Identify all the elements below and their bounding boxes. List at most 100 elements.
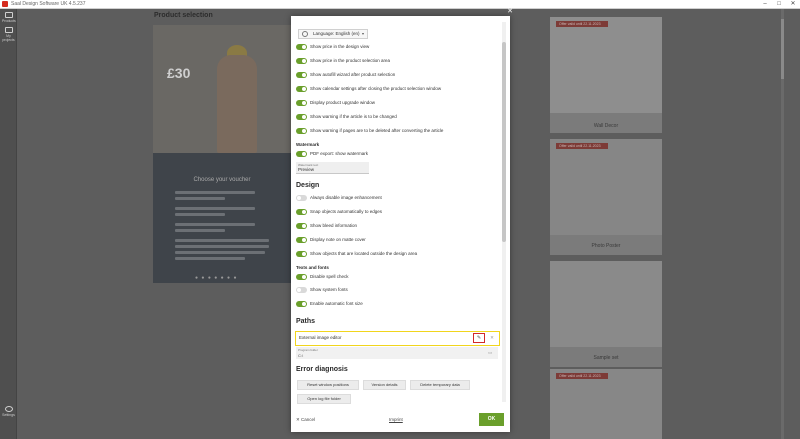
product-card[interactable]: Offer valid until 22.11.2023 Wall Decor (550, 17, 662, 133)
program-folder-field[interactable]: Program folder C:\ ▭ (296, 347, 498, 359)
promo-text-line (175, 245, 269, 248)
toggle-label: Show price in the product selection area (310, 58, 391, 63)
offer-badge: Offer valid until 22.11.2023 (556, 21, 608, 27)
minimize-icon[interactable]: – (758, 0, 772, 9)
toggle-label: Enable automatic font size (310, 301, 363, 306)
toggle-label: Always disable image enhancement (310, 195, 382, 200)
carousel-dots[interactable]: ● ● ● ● ● ● ● (195, 275, 237, 281)
toggle-switch[interactable] (296, 223, 307, 229)
close-icon[interactable]: ✕ (506, 8, 514, 16)
toggle-row[interactable]: Show system fonts (296, 286, 348, 294)
promo-image: £30 (153, 25, 291, 153)
language-value: Language: English (en) (313, 31, 360, 36)
promo-heading: Choose your voucher (193, 177, 251, 183)
product-image (550, 139, 662, 235)
toggle-label: Show autofill wizard after product selec… (310, 72, 396, 77)
toggle-switch[interactable] (296, 86, 307, 92)
cancel-button[interactable]: ✕ Cancel (296, 417, 315, 423)
toggle-row[interactable]: Disable spell check (296, 273, 349, 281)
rail-item-projects[interactable]: My projects (2, 27, 15, 42)
toggle-row[interactable]: Show warning if pages are to be deleted … (296, 127, 443, 135)
error-diagnosis-heading: Error diagnosis (296, 366, 348, 373)
toggle-label: Show system fonts (310, 287, 348, 292)
field-value: C:\ (298, 353, 304, 358)
toggle-row[interactable]: Show warning if the article is to be cha… (296, 113, 397, 121)
watermark-text-field[interactable]: Watermark text Preview (296, 162, 369, 174)
toggle-row[interactable]: Display product upgrade window (296, 99, 375, 107)
left-rail: Products My projects Settings (0, 9, 17, 439)
rail-item-label: My projects (2, 34, 15, 42)
folder-icon[interactable]: ▭ (488, 350, 492, 356)
globe-icon (302, 31, 308, 37)
close-icon[interactable]: ✕ (488, 333, 496, 343)
texts-fonts-heading: Texts and fonts (296, 265, 329, 270)
toggle-switch[interactable] (296, 237, 307, 243)
toggle-label: Show price in the design view (310, 44, 370, 49)
toggle-switch[interactable] (296, 114, 307, 120)
version-details-button[interactable]: Version details (363, 380, 406, 390)
rail-item-label: Settings (2, 413, 15, 417)
open-log-file-folder-button[interactable]: Open log file folder (297, 394, 351, 404)
toggle-row[interactable]: Display note on matte cover (296, 236, 366, 244)
products-icon (4, 12, 13, 18)
design-heading: Design (296, 182, 320, 189)
ok-button[interactable]: OK (479, 413, 504, 426)
language-select[interactable]: Language: English (en) ▾ (298, 29, 368, 39)
scrollbar-thumb[interactable] (502, 42, 506, 242)
close-icon[interactable]: ✕ (786, 0, 800, 9)
field-value: Preview (298, 167, 315, 172)
pencil-icon[interactable]: ✎ (473, 333, 485, 343)
promo-text-line (175, 251, 265, 254)
promo-text-line (175, 207, 255, 210)
rail-item-settings[interactable]: Settings (2, 406, 15, 417)
toggle-switch[interactable] (296, 151, 307, 157)
toggle-row[interactable]: Show calendar settings after closing the… (296, 85, 441, 93)
voucher-promo-panel[interactable]: £30 Choose your voucher ● ● ● ● ● ● ● (153, 25, 291, 283)
scrollbar-thumb[interactable] (781, 19, 784, 79)
background-scrollbar[interactable] (781, 9, 784, 439)
toggle-switch[interactable] (296, 100, 307, 106)
toggle-row[interactable]: Show bleed information (296, 222, 357, 230)
promo-text-line (175, 229, 225, 232)
toggle-switch[interactable] (296, 274, 307, 280)
section-title: Product selection (154, 12, 213, 19)
window-title: Saal Design Software UK 4.5.237 (11, 1, 86, 7)
rail-item-products[interactable]: Products (2, 12, 16, 23)
toggle-label: Show warning if the article is to be cha… (310, 114, 397, 119)
toggle-row[interactable]: Enable automatic font size (296, 300, 363, 308)
toggle-switch[interactable] (296, 251, 307, 257)
toggle-switch[interactable] (296, 301, 307, 307)
toggle-switch[interactable] (296, 287, 307, 293)
app-logo-icon (2, 1, 8, 7)
offer-badge: Offer valid until 22.11.2023 (556, 373, 608, 379)
product-card[interactable]: Offer valid until 22.11.2023 Photo Poste… (550, 139, 662, 255)
paths-heading: Paths (296, 318, 316, 325)
toggle-row[interactable]: Show price in the product selection area (296, 57, 390, 65)
rail-item-label: Products (2, 19, 16, 23)
delete-temporary-data-button[interactable]: Delete temporary data (410, 380, 470, 390)
reset-window-positions-button[interactable]: Reset window positions (297, 380, 359, 390)
toggle-row[interactable]: Show price in the design view (296, 43, 369, 51)
toggle-switch[interactable] (296, 128, 307, 134)
field-label: External image editor (299, 335, 342, 340)
toggle-row[interactable]: Always disable image enhancement (296, 194, 382, 202)
imprint-link[interactable]: Imprint (389, 417, 403, 422)
external-image-editor-field[interactable]: External image editor ✎ ✕ (295, 331, 500, 346)
toggle-switch[interactable] (296, 209, 307, 215)
title-bar: Saal Design Software UK 4.5.237 – □ ✕ (0, 0, 800, 9)
dialog-scrollbar[interactable] (502, 22, 506, 402)
promo-text-line (175, 191, 255, 194)
cancel-label: Cancel (301, 417, 316, 422)
toggle-switch[interactable] (296, 58, 307, 64)
product-card[interactable]: Offer valid until 22.11.2023 (550, 369, 662, 439)
product-card[interactable]: Sample set (550, 261, 662, 367)
toggle-switch[interactable] (296, 72, 307, 78)
toggle-switch[interactable] (296, 44, 307, 50)
maximize-icon[interactable]: □ (772, 0, 786, 9)
toggle-row[interactable]: PDF export: show watermark (296, 150, 368, 158)
toggle-row[interactable]: Snap objects automatically to edges (296, 208, 382, 216)
toggle-switch[interactable] (296, 195, 307, 201)
toggle-row[interactable]: Show objects that are located outside th… (296, 250, 417, 258)
toggle-row[interactable]: Show autofill wizard after product selec… (296, 71, 395, 79)
promo-text-line (175, 213, 225, 216)
